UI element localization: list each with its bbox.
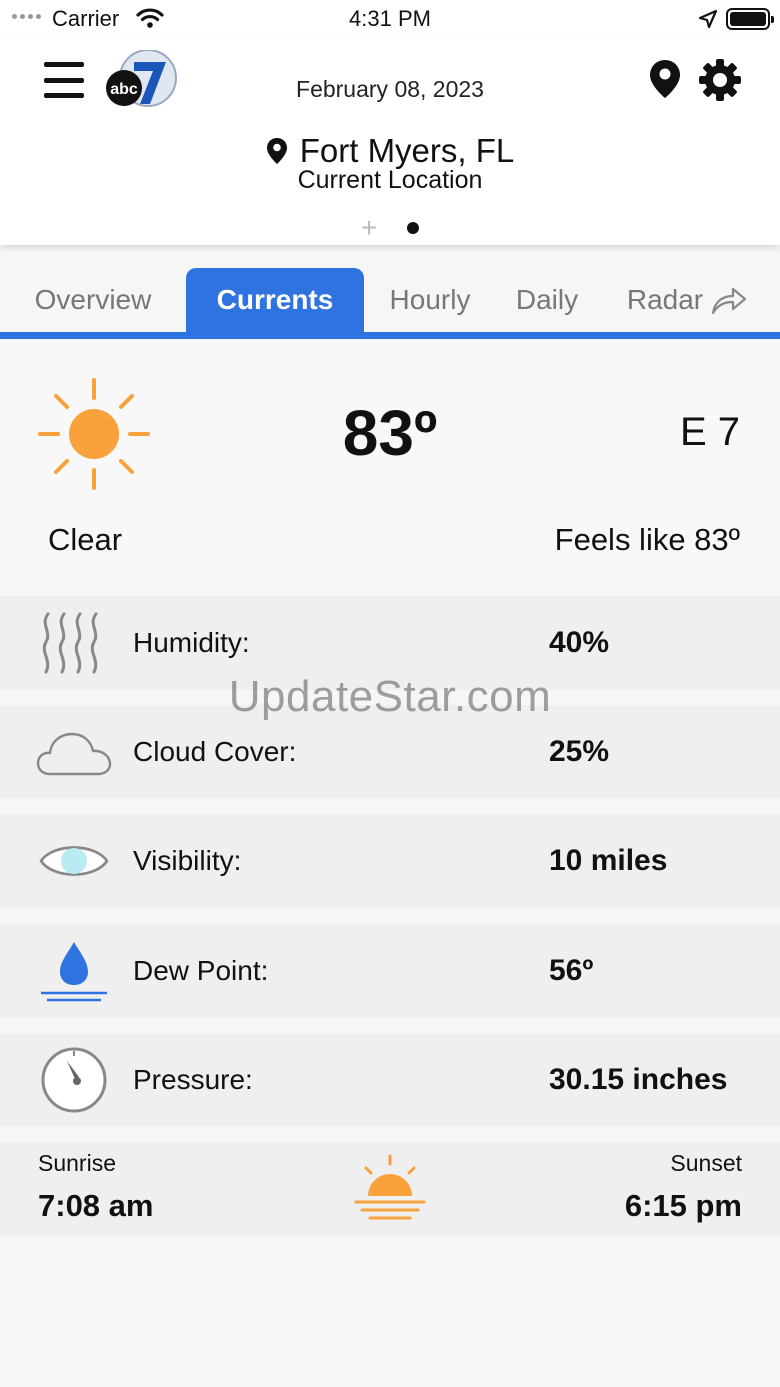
- clock: 4:31 PM: [349, 6, 431, 31]
- tab-radar-label: Radar: [626, 284, 704, 315]
- humidity-label: Humidity:: [133, 627, 250, 658]
- humidity-value: 40%: [549, 626, 610, 659]
- dew-point-value: 56º: [549, 954, 594, 987]
- wind-value: E 7: [679, 410, 740, 454]
- visibility-value: 10 miles: [549, 844, 668, 877]
- cloud-cover-value: 25%: [549, 735, 610, 768]
- pressure-value: 30.15 inches: [549, 1063, 728, 1096]
- location-subtitle: Current Location: [297, 166, 483, 194]
- location-name: Fort Myers, FL: [299, 132, 515, 169]
- settings-gear-icon[interactable]: [698, 58, 742, 102]
- location-pin-button[interactable]: [648, 58, 682, 100]
- sunrise-label: Sunrise: [38, 1150, 116, 1176]
- location-pager: +: [0, 214, 780, 242]
- dew-point-label: Dew Point:: [133, 955, 269, 986]
- current-temperature: 83º: [342, 397, 438, 469]
- tab-daily[interactable]: Daily: [500, 268, 594, 332]
- cloud-icon: [36, 714, 112, 790]
- gauge-icon: [36, 1042, 112, 1118]
- detail-row-dew-point: Dew Point: 56º: [0, 924, 780, 1018]
- app-header: abc February 08, 2023 Fort Myers, FL Cur…: [0, 40, 780, 245]
- status-bar: Carrier 4:31 PM: [0, 0, 780, 40]
- visibility-label: Visibility:: [133, 845, 242, 876]
- location-pin-icon: [266, 138, 287, 164]
- sun-times-row: Sunrise 7:08 am Sunset 6:15 pm: [0, 1142, 780, 1236]
- cloud-cover-label: Cloud Cover:: [133, 736, 297, 767]
- sunset-icon: [354, 1154, 426, 1220]
- humidity-icon: [36, 605, 112, 681]
- tab-overview[interactable]: Overview: [14, 268, 172, 332]
- water-drop-icon: [36, 933, 112, 1009]
- condition-label: Clear: [48, 522, 123, 557]
- tab-radar[interactable]: Radar: [612, 268, 762, 332]
- sunset-time: 6:15 pm: [624, 1188, 742, 1223]
- share-arrow-icon: [712, 287, 747, 315]
- location-row[interactable]: Fort Myers, FL: [0, 132, 780, 170]
- tab-currents[interactable]: Currents: [186, 268, 364, 332]
- add-location-icon[interactable]: +: [361, 214, 377, 242]
- feels-like-label: Feels like 83º: [554, 522, 740, 557]
- current-conditions: 83º E 7 Clear Feels like 83º: [0, 340, 780, 595]
- detail-row-pressure: Pressure: 30.15 inches: [0, 1033, 780, 1127]
- eye-icon: [36, 823, 112, 899]
- page-indicator-dot[interactable]: [407, 222, 420, 234]
- watermark: UpdateStar.com: [228, 672, 552, 721]
- tab-underline: [0, 332, 780, 339]
- detail-row-visibility: Visibility: 10 miles: [0, 814, 780, 908]
- battery-icon: [726, 8, 774, 30]
- tab-hourly[interactable]: Hourly: [372, 268, 488, 332]
- sunset-label: Sunset: [670, 1150, 742, 1176]
- tab-bar: Overview Currents Hourly Daily Radar: [0, 268, 780, 340]
- pressure-label: Pressure:: [133, 1064, 253, 1095]
- location-arrow-icon: [698, 9, 718, 29]
- sunrise-time: 7:08 am: [38, 1188, 154, 1223]
